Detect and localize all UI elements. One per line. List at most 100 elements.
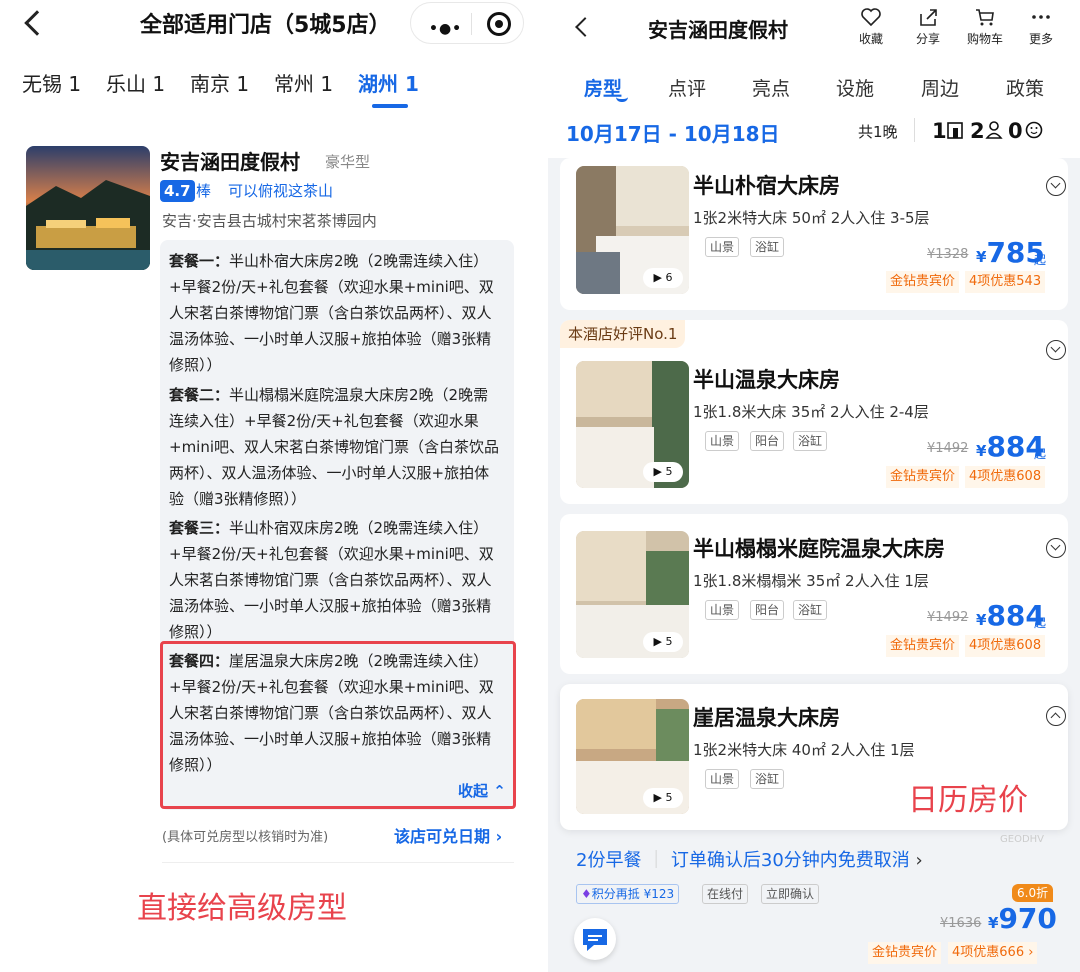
hotel-detail-panel: 安吉涵田度假村 收藏 分享 购物车 更多 房型 点评 亮点 设施 周边 政策 1…	[548, 0, 1080, 972]
guest-selector[interactable]: 1 2 0	[932, 117, 1050, 148]
chat-bubble-icon	[583, 929, 607, 951]
date-range[interactable]: 10月17日 - 10月18日	[566, 118, 780, 147]
back-chevron-icon[interactable]	[575, 17, 595, 37]
member-price-label: 金钻贵宾价	[886, 635, 960, 657]
room-photo[interactable]: ▶ 5	[576, 531, 689, 658]
expand-chevron-icon[interactable]	[1046, 538, 1066, 558]
currency-symbol: ¥	[976, 442, 987, 460]
tab-surroundings[interactable]: 周边	[921, 74, 959, 101]
room-name: 崖居温泉大床房	[693, 706, 840, 730]
tab-highlights[interactable]: 亮点	[752, 74, 790, 101]
separator: ｜	[641, 850, 671, 871]
tab-facilities[interactable]: 设施	[836, 74, 874, 101]
city-tab-changzhou[interactable]: 常州 1	[274, 68, 333, 97]
room-tag: 阳台	[750, 600, 785, 620]
price-from-label: 起	[1034, 253, 1047, 267]
more-icon	[1032, 15, 1050, 19]
hotel-name[interactable]: 安吉涵田度假村	[160, 146, 300, 175]
cart-label: 购物车	[966, 32, 1003, 46]
promo-offer[interactable]: 4项优惠608	[965, 466, 1046, 488]
expand-chevron-icon[interactable]	[1046, 340, 1066, 360]
panel-divider	[540, 0, 548, 972]
city-tab-leshan[interactable]: 乐山 1	[106, 68, 165, 97]
collapse-label: 收起	[458, 782, 489, 800]
city-tab-wuxi[interactable]: 无锡 1	[22, 68, 81, 97]
close-target-icon[interactable]	[487, 12, 511, 36]
room-photo[interactable]: ▶ 6	[576, 166, 689, 294]
room-tag: 浴缸	[750, 237, 785, 257]
mini-program-capsule[interactable]: •●•	[410, 2, 524, 44]
promo-offer[interactable]: 4项优惠608	[965, 635, 1046, 657]
original-price: ¥1492	[927, 610, 969, 625]
room-tag: 山景	[705, 769, 740, 789]
svg-text:2: 2	[970, 119, 985, 143]
room-photo[interactable]: ▶ 5	[576, 361, 689, 488]
room-spec: 1张2米特大床 40㎡ 2人入住 1层	[693, 741, 915, 759]
package-label: 套餐三：	[169, 519, 230, 537]
store-list-panel: 全部适用门店（5城5店） •●• 无锡 1 乐山 1 南京 1 常州 1 湖州 …	[0, 0, 540, 972]
redeem-dates-link[interactable]: 该店可兑日期 ›	[394, 823, 502, 847]
photo-count-badge: ▶ 5	[643, 462, 683, 482]
photo-count: 6	[665, 271, 673, 284]
page-title: 全部适用门店（5城5店）	[140, 13, 391, 38]
room-guest-icons: 1 2 0	[932, 119, 1043, 143]
more-label: 更多	[1028, 32, 1053, 46]
cart-button[interactable]: 购物车	[960, 6, 1010, 47]
room-name: 半山榻榻米庭院温泉大床房	[693, 537, 945, 561]
hotel-title: 安吉涵田度假村	[648, 18, 788, 42]
favorite-button[interactable]: 收藏	[846, 6, 896, 47]
member-price-label: 金钻贵宾价	[886, 271, 960, 293]
room-photo[interactable]: ▶ 5	[576, 699, 689, 814]
watermark: GEODHV	[1000, 834, 1044, 845]
hotel-thumbnail[interactable]	[26, 146, 150, 270]
package-item: 套餐二：半山榻榻米庭院温泉大床房2晚（2晚需连续入住）+早餐2份/天+礼包套餐（…	[169, 382, 501, 512]
cart-icon	[976, 9, 994, 26]
share-icon	[920, 9, 937, 26]
photo-count-badge: ▶ 5	[643, 788, 683, 808]
tab-policies[interactable]: 政策	[1006, 74, 1044, 101]
nights-count: 共1晚	[858, 123, 898, 141]
member-price-label: 金钻贵宾价	[868, 942, 942, 964]
collapse-button[interactable]: 收起 ⌃	[458, 780, 506, 801]
room-spec: 1张1.8米榻榻米 35㎡ 2人入住 1层	[693, 572, 929, 590]
breakfast-label: 2份早餐	[576, 850, 642, 871]
best-rated-badge: 本酒店好评No.1	[560, 320, 686, 348]
svg-text:1: 1	[932, 119, 947, 143]
more-button[interactable]: 更多	[1016, 6, 1066, 47]
chevron-right-icon: ›	[909, 850, 923, 871]
svg-text:0: 0	[1008, 119, 1023, 143]
play-icon: ▶	[653, 465, 666, 478]
photo-count-badge: ▶ 6	[643, 268, 683, 288]
promo-offer[interactable]: 4项优惠543	[965, 271, 1046, 293]
more-dots-icon[interactable]: •●•	[429, 21, 462, 37]
city-tab-huzhou[interactable]: 湖州 1	[358, 68, 419, 97]
room-tag: 浴缸	[750, 769, 785, 789]
promo-offer[interactable]: 4项优惠666 ›	[948, 942, 1038, 964]
tab-reviews[interactable]: 点评	[668, 74, 706, 101]
back-chevron-icon[interactable]	[24, 10, 50, 36]
active-tab-indicator	[372, 104, 408, 108]
share-button[interactable]: 分享	[903, 6, 953, 47]
photo-count: 5	[665, 635, 673, 648]
collapse-chevron-icon[interactable]	[1046, 706, 1066, 726]
play-icon: ▶	[653, 791, 666, 804]
original-price: ¥1636	[940, 916, 982, 931]
chevron-right-icon: ›	[1024, 945, 1034, 960]
photo-count-badge: ▶ 5	[643, 632, 683, 652]
price-value: 970	[998, 902, 1057, 935]
points-tag: ♦积分再抵 ¥123	[576, 884, 680, 904]
heart-plus-icon	[861, 8, 881, 27]
package-text: 半山朴宿大床房2晚（2晚需连续入住）+早餐2份/天+礼包套餐（欢迎水果+mini…	[169, 252, 494, 374]
photo-count: 5	[665, 791, 673, 804]
rate-plan-summary[interactable]: 2份早餐 ｜ 订单确认后30分钟内免费取消 ›	[576, 846, 923, 872]
rating-badge: 4.7	[160, 180, 195, 202]
chat-button[interactable]	[574, 918, 616, 960]
room-spec: 1张1.8米大床 35㎡ 2人入住 2-4层	[693, 403, 929, 421]
play-icon: ▶	[653, 635, 666, 648]
expand-chevron-icon[interactable]	[1046, 176, 1066, 196]
room-tag: 山景	[705, 600, 740, 620]
points-label: 积分再抵 ¥123	[591, 887, 675, 901]
member-price-label: 金钻贵宾价	[886, 466, 960, 488]
city-tab-nanjing[interactable]: 南京 1	[190, 68, 249, 97]
redeem-dates-label: 该店可兑日期	[394, 827, 491, 846]
